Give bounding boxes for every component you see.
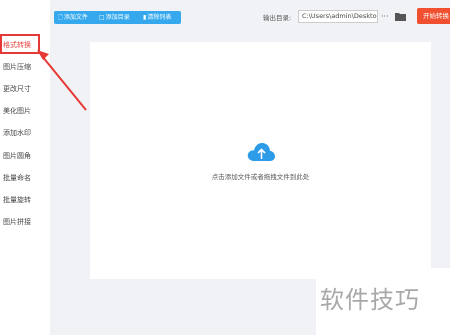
file-drop-zone[interactable]: 点击添加文件或者拖拽文件到此处 bbox=[90, 42, 431, 279]
open-folder-icon[interactable] bbox=[395, 12, 406, 21]
trash-icon: ▮ bbox=[143, 14, 147, 21]
cloud-upload-icon bbox=[247, 143, 275, 161]
file-icon: 🗋 bbox=[58, 14, 63, 21]
watermark-text: 软件技巧 bbox=[320, 286, 420, 314]
add-file-label: 添加文件 bbox=[63, 14, 88, 21]
start-convert-button[interactable]: 开始转换 bbox=[417, 8, 450, 24]
add-folder-button[interactable]: □添加目录 bbox=[99, 11, 130, 24]
toolbar-button-group: 🗋添加文件 □添加目录 ▮清除列表 bbox=[54, 11, 181, 24]
output-dir-label: 输出目录: bbox=[263, 14, 292, 22]
output-path-field[interactable]: C:\Users\admin\Deskto bbox=[298, 10, 378, 23]
add-folder-label: 添加目录 bbox=[105, 14, 130, 21]
drop-hint-text: 点击添加文件或者拖拽文件到此处 bbox=[211, 173, 310, 181]
clear-list-button[interactable]: ▮清除列表 bbox=[143, 11, 171, 24]
clear-list-label: 清除列表 bbox=[147, 14, 172, 21]
add-file-button[interactable]: 🗋添加文件 bbox=[58, 11, 88, 24]
folder-outline-icon: □ bbox=[99, 14, 105, 21]
browse-more-button[interactable]: ··· bbox=[381, 10, 389, 23]
